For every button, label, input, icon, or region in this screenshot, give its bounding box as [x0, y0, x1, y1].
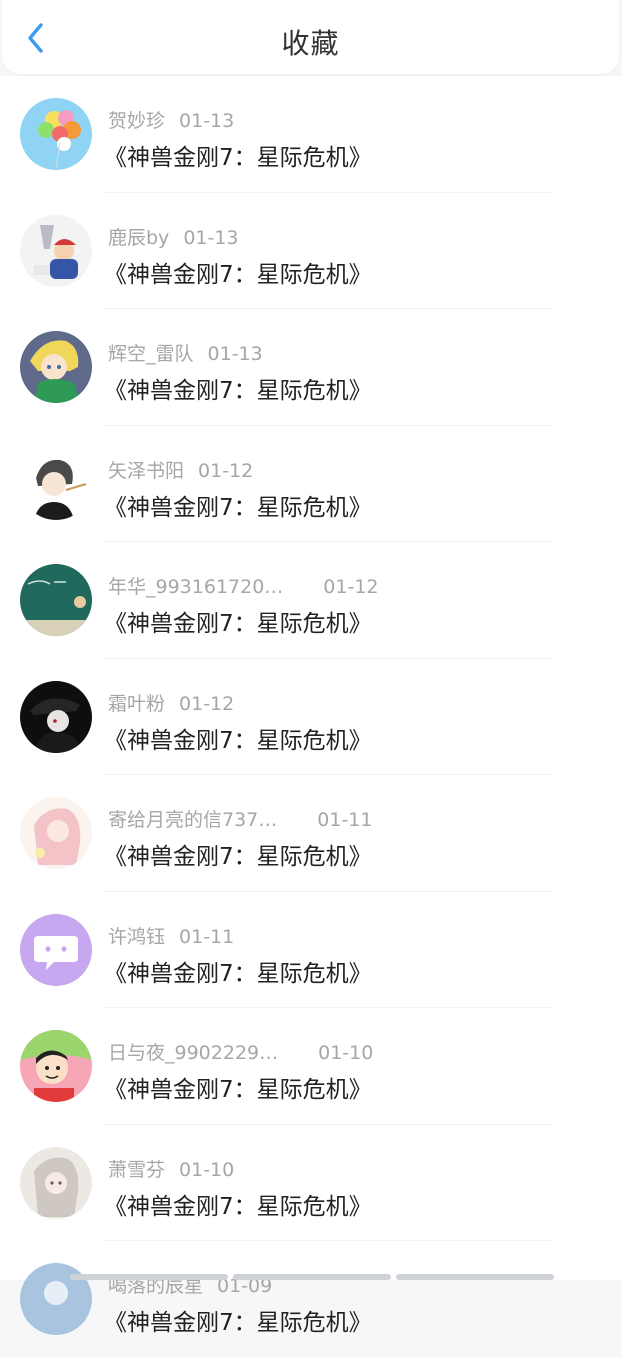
avatar[interactable]	[20, 331, 92, 403]
avatar[interactable]	[20, 1146, 92, 1219]
username[interactable]: 年华_993161720…	[108, 576, 283, 598]
avatar[interactable]	[20, 913, 92, 986]
date: 01-12	[198, 459, 254, 482]
list-item[interactable]: 年华_993161720… 01-12 《神兽金刚7：星际危机》	[0, 542, 622, 659]
date: 01-12	[323, 576, 379, 598]
list-item[interactable]: 鹿辰by 01-13 《神兽金刚7：星际危机》	[0, 193, 622, 309]
username[interactable]: 贺妙珍	[108, 110, 165, 132]
list-item[interactable]: 寄给月亮的信737… 01-11 《神兽金刚7：星际危机》	[0, 775, 622, 892]
username[interactable]: 霜叶粉	[108, 693, 165, 715]
favorite-subject[interactable]: 《神兽金刚7：星际危机》	[104, 837, 372, 871]
list-item[interactable]: 霜叶粉 01-12 《神兽金刚7：星际危机》	[0, 659, 622, 775]
list-item[interactable]: 萧雪芬 01-10 《神兽金刚7：星际危机》	[0, 1125, 622, 1241]
favorite-subject[interactable]: 《神兽金刚7：星际危机》	[104, 255, 372, 289]
favorite-subject[interactable]: 《神兽金刚7：星际危机》	[104, 488, 372, 522]
avatar[interactable]	[20, 680, 92, 753]
date: 01-13	[207, 343, 263, 365]
favorite-subject[interactable]: 《神兽金刚7：星际危机》	[104, 954, 372, 988]
avatar[interactable]	[20, 214, 92, 287]
date: 01-13	[179, 110, 235, 132]
username[interactable]: 鹿辰by	[108, 227, 169, 249]
favorite-subject[interactable]: 《神兽金刚7：星际危机》	[104, 1070, 372, 1104]
username[interactable]: 萧雪芬	[108, 1159, 165, 1181]
username[interactable]: 寄给月亮的信737…	[108, 809, 277, 831]
username[interactable]: 日与夜_9902229…	[108, 1042, 278, 1064]
date: 01-12	[179, 692, 235, 715]
favorite-subject[interactable]: 《神兽金刚7：星际危机》	[104, 1187, 372, 1221]
favorite-subject[interactable]: 《神兽金刚7：星际危机》	[104, 371, 372, 405]
avatar[interactable]	[20, 564, 92, 636]
date: 01-10	[318, 1042, 374, 1064]
favorite-subject[interactable]: 《神兽金刚7：星际危机》	[104, 721, 372, 755]
date: 01-11	[317, 809, 373, 831]
favorite-subject[interactable]: 《神兽金刚7：星际危机》	[104, 1303, 372, 1337]
date: 01-10	[179, 1158, 235, 1181]
scroll-indicator[interactable]	[70, 1274, 554, 1280]
favorites-list: 贺妙珍 01-13 《神兽金刚7：星际危机》 鹿辰by 01-13 《神兽金刚7：星…	[0, 76, 622, 1336]
username[interactable]: 矢泽书阳	[108, 460, 184, 482]
list-item[interactable]: 许鸿钰 01-11 《神兽金刚7：星际危机》	[0, 892, 622, 1008]
username[interactable]: 许鸿钰	[108, 926, 165, 948]
list-item[interactable]: 贺妙珍 01-13 《神兽金刚7：星际危机》	[0, 76, 622, 193]
username[interactable]: 辉空_雷队	[108, 343, 194, 365]
list-item[interactable]: 辉空_雷队 01-13 《神兽金刚7：星际危机》	[0, 309, 622, 426]
date: 01-13	[183, 226, 239, 249]
avatar[interactable]	[20, 1030, 92, 1102]
avatar[interactable]	[20, 98, 92, 170]
avatar[interactable]	[20, 797, 92, 869]
list-item[interactable]: 喝落的辰星 01-09 《神兽金刚7：星际危机》	[0, 1241, 622, 1358]
favorite-subject[interactable]: 《神兽金刚7：星际危机》	[104, 604, 372, 638]
date: 01-11	[179, 925, 235, 948]
avatar[interactable]	[20, 447, 92, 520]
list-item[interactable]: 矢泽书阳 01-12 《神兽金刚7：星际危机》	[0, 426, 622, 542]
top-bar: 收藏	[2, 0, 619, 74]
list-item[interactable]: 日与夜_9902229… 01-10 《神兽金刚7：星际危机》	[0, 1008, 622, 1125]
page-title: 收藏	[281, 27, 340, 60]
favorite-subject[interactable]: 《神兽金刚7：星际危机》	[104, 138, 372, 172]
